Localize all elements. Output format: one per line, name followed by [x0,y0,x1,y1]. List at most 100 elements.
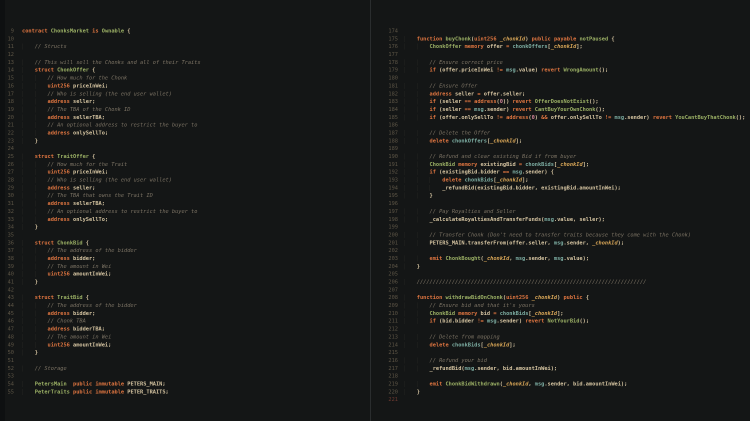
code-line[interactable]: 185 if (offer.onlySellTo != address(0) &… [371,114,750,122]
code-line[interactable]: 190 // Refund and clear existing Bid if … [371,153,750,161]
code-line[interactable]: 219 emit ChonkBidWithdrawn(_chonkId, msg… [371,380,750,388]
code-line[interactable]: 174 [371,28,750,36]
code-line[interactable]: 14 struct ChonkOffer { [0,67,370,75]
code-line[interactable]: 44 // The address of the bidder [0,302,370,310]
code-line[interactable]: 209 // Ensure bid and that it's yours [371,302,750,310]
code-line[interactable]: 210 ChonkBid memory bid = chonkBids[_cho… [371,310,750,318]
code-line[interactable]: 11 // Structs [0,43,370,51]
code-line[interactable]: 193 delete chonkBids[_chonkId]; [371,177,750,185]
code-line[interactable]: 20 address sellerTBA; [0,114,370,122]
code-line[interactable]: 43 struct TraitBid { [0,294,370,302]
editor-pane-left[interactable]: 9contract ChonksMarket is Ownable {1011 … [0,0,370,421]
code-line[interactable]: 205 [371,271,750,279]
code-line[interactable]: 217 _refundBid(msg.sender, bid.amountInW… [371,365,750,373]
code-line[interactable]: 41 } [0,279,370,287]
code-line[interactable]: 215 [371,349,750,357]
code-line[interactable]: 35 [0,231,370,239]
code-line[interactable]: 200 // Transfer Chonk (Don't need to tra… [371,231,750,239]
code-line[interactable]: 38 address bidder; [0,255,370,263]
code-line[interactable]: 208 function withdrawBidOnChonk(uint256 … [371,294,750,302]
code-line[interactable]: 19 // The TBA of the Chonk ID [0,106,370,114]
code-line[interactable]: 176 ChonkOffer memory offer = chonkOffer… [371,43,750,51]
code-line[interactable]: 27 uint256 priceInWei; [0,169,370,177]
code-line[interactable]: 16 uint256 priceInWei; [0,82,370,90]
code-line[interactable]: 184 if (seller == msg.sender) revert Can… [371,106,750,114]
code-line[interactable]: 213 // Delete from mapping [371,333,750,341]
code-line[interactable]: 13 // This will sell the Chonks and all … [0,59,370,67]
code-line[interactable]: 49 uint256 amountInWei; [0,341,370,349]
code-line[interactable]: 17 // Who is selling (the end user walle… [0,90,370,98]
line-number: 184 [371,106,398,114]
code-line[interactable]: 191 ChonkBid memory existingBid = chonkB… [371,161,750,169]
code-line[interactable]: 53 [0,373,370,381]
code-line[interactable]: 22 address onlySellTo; [0,129,370,137]
code-line[interactable]: 52 // Storage [0,365,370,373]
code-line[interactable]: 47 address bidderTBA; [0,326,370,334]
code-line[interactable]: 199 [371,224,750,232]
code-line[interactable]: 197 // Pay Royalties and Seller [371,208,750,216]
code-line[interactable]: 201 PETERS_MAIN.transferFrom(offer.selle… [371,239,750,247]
code-line[interactable]: 207 [371,286,750,294]
code-line[interactable]: 40 uint256 amountInWei; [0,271,370,279]
code-line[interactable]: 12 [0,51,370,59]
code-line[interactable]: 28 // Who is selling (the end user walle… [0,177,370,185]
code-line[interactable]: 18 address seller; [0,98,370,106]
code-line[interactable]: 214 delete chonkBids[_chonkId]; [371,341,750,349]
code-line[interactable]: 42 [0,286,370,294]
code-line[interactable]: 216 // Refund your bid [371,357,750,365]
code-area-right[interactable]: 174175 function buyChonk(uint256 _chonkI… [371,0,750,404]
code-line[interactable]: 9contract ChonksMarket is Ownable { [0,28,370,36]
code-line[interactable]: 181 // Ensure Offer [371,82,750,90]
code-line[interactable]: 204 } [371,263,750,271]
code-line[interactable]: 212 [371,326,750,334]
code-line[interactable]: 206 ////////////////////////////////////… [371,279,750,287]
code-line[interactable]: 182 address seller = offer.seller; [371,90,750,98]
code-line[interactable]: 218 [371,373,750,381]
code-line[interactable]: 187 // Delete the Offer [371,129,750,137]
code-line[interactable]: 180 [371,75,750,83]
code-line[interactable]: 177 [371,51,750,59]
code-line[interactable]: 24 [0,145,370,153]
code-line[interactable]: 36 struct ChonkBid { [0,239,370,247]
code-line[interactable]: 26 // How much for the Trait [0,161,370,169]
code-line[interactable]: 32 // An optional address to restrict th… [0,208,370,216]
code-line[interactable]: 220 } [371,388,750,396]
code-line[interactable]: 183 if (seller == address(0)) revert Off… [371,98,750,106]
code-line[interactable]: 189 [371,145,750,153]
code-line[interactable]: 198 _calculateRoyaltiesAndTransferFunds(… [371,216,750,224]
code-line[interactable]: 186 [371,122,750,130]
code-line[interactable]: 51 [0,357,370,365]
code-line[interactable]: 30 // The TBA that owns the Trait ID [0,192,370,200]
code-line[interactable]: 21 // An optional address to restrict th… [0,122,370,130]
code-line[interactable]: 175 function buyChonk(uint256 _chonkId) … [371,35,750,43]
code-line[interactable]: 10 [0,35,370,43]
code-line[interactable]: 45 address bidder; [0,310,370,318]
code-line[interactable]: 202 [371,247,750,255]
code-line[interactable]: 33 address onlySellTo; [0,216,370,224]
editor-pane-right[interactable]: 174175 function buyChonk(uint256 _chonkI… [371,0,750,421]
code-line[interactable]: 211 if (bid.bidder != msg.sender) revert… [371,318,750,326]
code-line[interactable]: 54 PetersMain public immutable PETERS_MA… [0,380,370,388]
code-line[interactable]: 15 // How much for the Chonk [0,75,370,83]
code-line[interactable]: 178 // Ensure correct price [371,59,750,67]
code-line[interactable]: 48 // The amount in Wei [0,333,370,341]
code-line[interactable]: 29 address seller; [0,184,370,192]
code-line[interactable]: 221 [371,396,750,404]
code-area-left[interactable]: 9contract ChonksMarket is Ownable {1011 … [0,0,370,396]
code-line[interactable]: 203 emit ChonkBought(_chonkId, msg.sende… [371,255,750,263]
code-line[interactable]: 50 } [0,349,370,357]
code-line[interactable]: 23 } [0,137,370,145]
code-line[interactable]: 39 // The amount in Wei [0,263,370,271]
code-line[interactable]: 196 [371,200,750,208]
code-line[interactable]: 25 struct TraitOffer { [0,153,370,161]
code-line[interactable]: 179 if (offer.priceInWei != msg.value) r… [371,67,750,75]
code-line[interactable]: 34 } [0,224,370,232]
code-line[interactable]: 37 // The address of the bidder [0,247,370,255]
code-line[interactable]: 192 if (existingBid.bidder == msg.sender… [371,169,750,177]
code-line[interactable]: 194 _refundBid(existingBid.bidder, exist… [371,184,750,192]
code-line[interactable]: 188 delete chonkOffers[_chonkId]; [371,137,750,145]
code-line[interactable]: 46 // Chonk TBA [0,318,370,326]
code-line[interactable]: 31 address sellerTBA; [0,200,370,208]
code-line[interactable]: 195 } [371,192,750,200]
code-line[interactable]: 55 PeterTraits public immutable PETER_TR… [0,388,370,396]
